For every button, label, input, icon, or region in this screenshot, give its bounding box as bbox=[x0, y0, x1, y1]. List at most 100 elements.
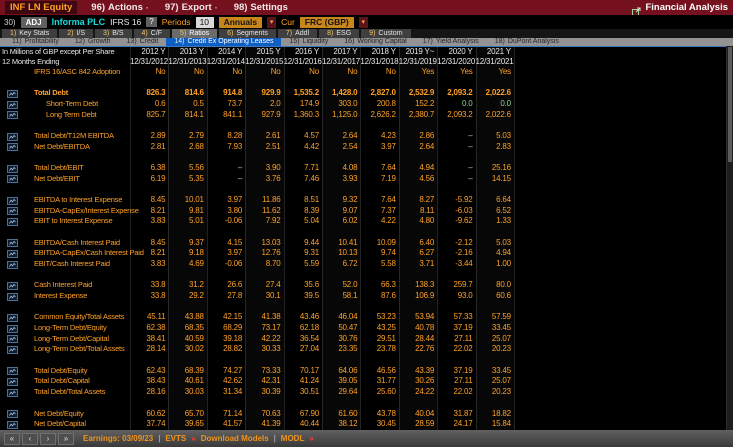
row-label[interactable]: EBITDA/Cash Interest Paid bbox=[0, 238, 130, 249]
periods-input[interactable]: 10 bbox=[195, 16, 214, 28]
value-cell: 4.69 bbox=[189, 259, 204, 269]
row-label[interactable]: Long-Term Debt/Total Assets bbox=[0, 344, 130, 355]
row-label[interactable]: EBITDA to Interest Expense bbox=[0, 195, 130, 206]
period-type-chevron-down-icon[interactable]: ▾ bbox=[267, 16, 277, 28]
row-label[interactable]: Total Debt/EBIT bbox=[0, 163, 130, 174]
chart-icon[interactable] bbox=[7, 420, 18, 429]
row-label[interactable]: Common Equity/Total Assets bbox=[0, 312, 130, 323]
tab-key-stats[interactable]: 1) Key Stats bbox=[2, 29, 58, 38]
menu-actions[interactable]: 96) Actions · bbox=[91, 2, 149, 13]
tab-addl[interactable]: 7) Addl bbox=[277, 29, 318, 38]
value-cell: 22.02 bbox=[453, 344, 473, 354]
row-label[interactable]: Net Debt/Capital bbox=[0, 419, 130, 430]
row-label[interactable]: Net Debt/Equity bbox=[0, 409, 130, 420]
menu-settings[interactable]: 98) Settings bbox=[234, 2, 288, 13]
chart-icon[interactable] bbox=[7, 132, 18, 141]
row-label[interactable]: Total Debt/Total Assets bbox=[0, 387, 130, 398]
subtab-credit[interactable]: 13) Credit bbox=[119, 38, 167, 46]
chart-icon[interactable] bbox=[7, 388, 18, 397]
footer-modl[interactable]: MODL bbox=[281, 434, 305, 443]
chart-icon[interactable] bbox=[7, 196, 18, 205]
row-label[interactable]: EBITDA-CapEx/Interest Expense bbox=[0, 206, 139, 217]
tab-esg[interactable]: 8) ESG bbox=[319, 29, 360, 38]
row-label[interactable]: Long-Term Debt/Equity bbox=[0, 323, 130, 334]
value-cell: 93.0 bbox=[457, 291, 473, 301]
chart-icon[interactable] bbox=[7, 207, 18, 216]
row-label[interactable]: EBIT/Cash Interest Paid bbox=[0, 259, 130, 270]
chart-icon[interactable] bbox=[7, 335, 18, 344]
nav-button-1[interactable]: ‹ bbox=[22, 432, 38, 445]
nav-button-3[interactable]: » bbox=[58, 432, 74, 445]
chart-icon[interactable] bbox=[7, 218, 18, 226]
chart-icon[interactable] bbox=[7, 239, 18, 248]
header-date-row: 12 Months Ending 12/31/2012 12/31/2013 12/… bbox=[0, 57, 733, 67]
subtab-dupont-analysis[interactable]: 18) DuPont Analysis bbox=[487, 38, 567, 46]
row-label[interactable]: EBIT to Interest Expense bbox=[0, 216, 130, 227]
nav-button-2[interactable]: › bbox=[40, 432, 56, 445]
row-net-debt-ebit: Net Debt/EBIT 6.19 5.35 – 3.76 7.46 3.93 7.19 4.… bbox=[0, 174, 733, 185]
subtab-yield-analysis[interactable]: 17) Yield Analysis bbox=[415, 38, 487, 46]
chart-icon[interactable] bbox=[7, 250, 18, 259]
chart-icon[interactable] bbox=[7, 410, 18, 419]
chart-icon[interactable] bbox=[7, 164, 18, 173]
period-type-dropdown[interactable]: Annuals bbox=[218, 16, 263, 28]
chart-icon[interactable] bbox=[7, 143, 18, 152]
chart-icon[interactable] bbox=[7, 175, 18, 184]
row-label[interactable]: Long-Term Debt/Capital bbox=[0, 334, 130, 345]
tab-segments[interactable]: 6) Segments bbox=[219, 29, 276, 38]
chart-icon[interactable] bbox=[7, 260, 18, 269]
row-label[interactable]: Cash Interest Paid bbox=[0, 280, 130, 291]
subtab-working-capital[interactable]: 16) Working Capital bbox=[336, 38, 414, 46]
chart-icon[interactable] bbox=[7, 324, 18, 333]
row-label[interactable]: Total Debt bbox=[0, 88, 130, 99]
row-label[interactable]: Total Debt/T12M EBITDA bbox=[0, 131, 130, 142]
subtab-credit-ex-operating-leases[interactable]: 14) Credit Ex Operating Leases bbox=[166, 38, 282, 46]
chart-icon[interactable] bbox=[7, 346, 18, 355]
adj-button[interactable]: ADJ bbox=[20, 16, 47, 28]
chart-icon[interactable] bbox=[7, 111, 18, 120]
tab-b-s[interactable]: 3) B/S bbox=[95, 29, 132, 38]
subtab-profitability[interactable]: 11) Profitability bbox=[4, 38, 67, 46]
chart-icon[interactable] bbox=[7, 100, 18, 109]
row-label[interactable]: Interest Expense bbox=[0, 291, 130, 302]
value-cell: 2.64 bbox=[419, 141, 435, 151]
vertical-scrollbar[interactable] bbox=[726, 46, 733, 430]
tab-custom[interactable]: 9) Custom bbox=[361, 29, 411, 38]
nav-button-0[interactable]: « bbox=[4, 432, 20, 445]
value-cell: 4.42 bbox=[304, 141, 319, 151]
row-label[interactable]: EBITDA-CapEx/Cash Interest Paid bbox=[0, 248, 144, 259]
row-label[interactable]: IFRS 16/ASC 842 Adoption bbox=[0, 67, 130, 78]
row-label[interactable]: Long Term Debt bbox=[0, 110, 130, 121]
row-label[interactable]: Total Debt/Equity bbox=[0, 366, 130, 377]
row-label[interactable]: Net Debt/EBITDA bbox=[0, 142, 130, 153]
row-label[interactable]: Net Debt/EBIT bbox=[0, 174, 130, 185]
value-cell: 37.74 bbox=[146, 419, 166, 429]
period-note: 12 Months Ending bbox=[2, 57, 60, 66]
tab-c-f[interactable]: 4) C/F bbox=[133, 29, 171, 38]
footer-download-models[interactable]: Download Models bbox=[201, 434, 269, 443]
chart-icon[interactable] bbox=[7, 282, 18, 291]
subtab-liquidity[interactable]: 15) Liquidity bbox=[281, 38, 336, 46]
launch-window-icon[interactable] bbox=[632, 3, 641, 16]
chart-icon[interactable] bbox=[7, 378, 18, 387]
value-cell: 152.2 bbox=[415, 99, 435, 109]
currency-chevron-down-icon[interactable]: ▾ bbox=[358, 16, 368, 28]
tab-ratios[interactable]: 5) Ratios bbox=[172, 29, 218, 38]
row-label[interactable]: Total Debt/Capital bbox=[0, 376, 130, 387]
chart-icon[interactable] bbox=[7, 367, 18, 376]
menu-export[interactable]: 97) Export · bbox=[165, 2, 218, 13]
row-label[interactable]: Short-Term Debt bbox=[0, 99, 130, 110]
tab-i-s[interactable]: 2) I/S bbox=[59, 29, 93, 38]
chart-icon[interactable] bbox=[7, 314, 18, 323]
currency-label: Cur bbox=[281, 17, 295, 27]
chart-icon[interactable] bbox=[7, 89, 18, 98]
scrollbar-thumb[interactable] bbox=[728, 47, 732, 162]
help-button[interactable]: ? bbox=[146, 17, 157, 27]
currency-dropdown[interactable]: FRC (GBP) bbox=[299, 16, 354, 28]
value-cell: 259.7 bbox=[453, 280, 473, 290]
footer-evts[interactable]: EVTS bbox=[165, 434, 186, 443]
chart-icon[interactable] bbox=[7, 292, 18, 301]
security-ticker[interactable]: INF LN Equity bbox=[5, 1, 78, 14]
value-cell: 10.01 bbox=[184, 195, 204, 205]
subtab-growth[interactable]: 12) Growth bbox=[67, 38, 119, 46]
